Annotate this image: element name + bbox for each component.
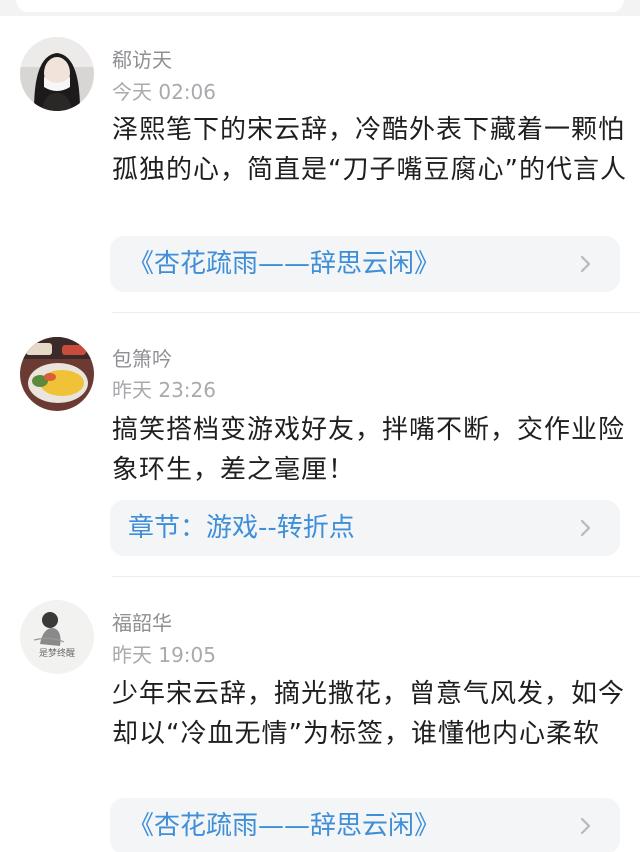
book-link-card[interactable]: 《杏花疏雨——辞思云闲》 <box>110 236 620 292</box>
comment-text: 少年宋云辞，摘光撒花，曾意气风发，如今却以“冷血无情”为标签，谁懂他内心柔软 <box>112 679 626 749</box>
avatar-caption: 是梦终醒 <box>39 647 75 659</box>
chapter-link-label: 章节：游戏--转折点 <box>128 513 355 543</box>
timestamp: 今天 02:06 <box>112 80 216 104</box>
previous-card-edge <box>16 0 624 12</box>
top-strip <box>0 0 640 16</box>
username[interactable]: 包箫吟 <box>112 347 172 371</box>
book-link-card[interactable]: 《杏花疏雨——辞思云闲》 <box>110 798 620 852</box>
avatar[interactable] <box>20 37 94 111</box>
book-link-label: 《杏花疏雨——辞思云闲》 <box>128 811 441 841</box>
avatar-sketch-woman-image: 是梦终醒 <box>20 600 94 674</box>
avatar-food-image <box>20 337 94 411</box>
divider <box>112 312 640 313</box>
timestamp: 昨天 23:26 <box>112 378 216 402</box>
timestamp: 昨天 19:05 <box>112 643 216 667</box>
comment-text: 泽熙笔下的宋云辞，冷酷外表下藏着一颗怕孤独的心，简直是“刀子嘴豆腐心”的代言人 <box>112 115 627 185</box>
username[interactable]: 郗访天 <box>112 48 172 72</box>
avatar-woman-mask-image <box>20 37 94 111</box>
chevron-right-icon <box>580 519 591 537</box>
username[interactable]: 福韶华 <box>112 611 172 635</box>
comment-feed: 郗访天 今天 02:06 泽熙笔下的宋云辞，冷酷外表下藏着一颗怕孤独的心，简直是… <box>0 0 640 852</box>
chevron-right-icon <box>580 255 591 273</box>
divider <box>112 576 640 577</box>
chapter-link-card[interactable]: 章节：游戏--转折点 <box>110 500 620 556</box>
avatar[interactable] <box>20 337 94 411</box>
chevron-right-icon <box>580 817 591 835</box>
avatar[interactable]: 是梦终醒 <box>20 600 94 674</box>
comment-text: 搞笑搭档变游戏好友，拌嘴不断，交作业险象环生，差之毫厘！ <box>112 415 626 485</box>
book-link-label: 《杏花疏雨——辞思云闲》 <box>128 249 441 279</box>
